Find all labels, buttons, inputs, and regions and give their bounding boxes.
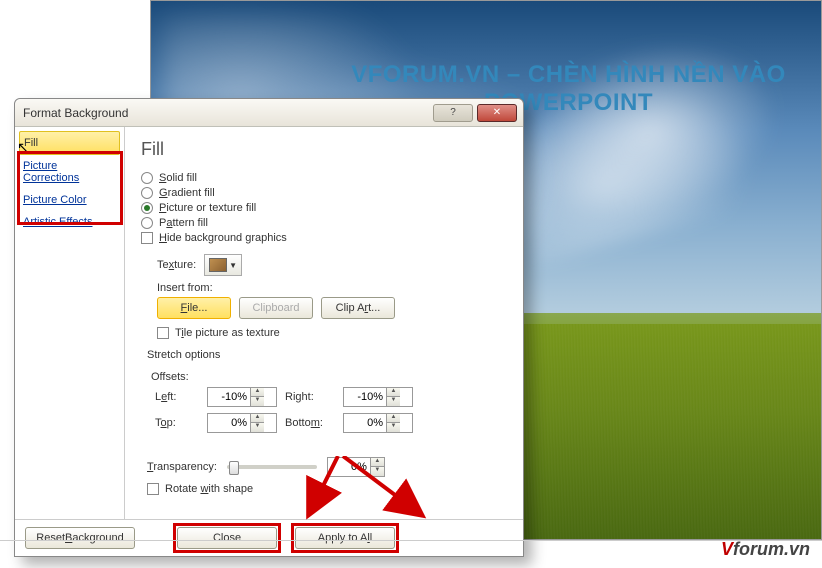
stretch-options-label: Stretch options — [147, 349, 507, 361]
texture-swatch-icon — [209, 258, 227, 272]
clipart-button[interactable]: Clip Art... — [321, 297, 395, 319]
top-input[interactable] — [208, 414, 250, 432]
left-input[interactable] — [208, 388, 250, 406]
annotation-close-box: Close — [173, 523, 281, 553]
label-solid: Solid fill — [159, 172, 197, 184]
nav-picture-corrections[interactable]: Picture Corrections — [19, 155, 120, 189]
reset-background-button[interactable]: Reset Background — [25, 527, 135, 549]
nav-artistic-effects[interactable]: Artistic Effects — [19, 211, 120, 233]
help-button[interactable]: ? — [433, 104, 473, 122]
top-spinner[interactable]: ▲▼ — [207, 413, 277, 433]
label-picture: Picture or texture fill — [159, 202, 256, 214]
label-rotate: Rotate with shape — [165, 483, 253, 495]
checkbox-rotate[interactable] — [147, 483, 159, 495]
dialog-footer: Reset Background Close Apply to All — [15, 519, 523, 555]
transparency-slider[interactable] — [227, 465, 317, 469]
radio-pattern[interactable] — [141, 217, 153, 229]
cursor-icon: ↖ — [17, 139, 29, 156]
right-spinner[interactable]: ▲▼ — [343, 387, 413, 407]
label-gradient: Gradient fill — [159, 187, 215, 199]
watermark: Vforum.vn — [721, 539, 810, 560]
nav-picture-color[interactable]: Picture Color — [19, 189, 120, 211]
chevron-down-icon: ▼ — [229, 261, 237, 270]
offsets-label: Offsets: — [151, 371, 507, 383]
right-label: Right: — [285, 391, 335, 403]
content-panel: Fill Solid fill Gradient fill Picture or… — [125, 127, 523, 519]
radio-gradient[interactable] — [141, 187, 153, 199]
page-divider — [0, 540, 822, 541]
apply-to-all-button[interactable]: Apply to All — [295, 527, 395, 549]
insert-from-label: Insert from: — [157, 282, 507, 294]
top-label: Top: — [155, 417, 199, 429]
format-background-dialog: Format Background ? ✕ ↖ Fill Picture Cor… — [14, 98, 524, 557]
left-spinner[interactable]: ▲▼ — [207, 387, 277, 407]
radio-solid[interactable] — [141, 172, 153, 184]
bottom-input[interactable] — [344, 414, 386, 432]
bottom-spinner[interactable]: ▲▼ — [343, 413, 413, 433]
titlebar: Format Background ? ✕ — [15, 99, 523, 127]
label-hide: Hide background graphics — [159, 232, 287, 244]
clipboard-button: Clipboard — [239, 297, 313, 319]
radio-picture[interactable] — [141, 202, 153, 214]
transparency-input[interactable] — [328, 458, 370, 476]
texture-label: Texture: — [157, 259, 196, 271]
checkbox-hide[interactable] — [141, 232, 153, 244]
left-label: Left: — [155, 391, 199, 403]
file-button[interactable]: File... — [157, 297, 231, 319]
bottom-label: Bottom: — [285, 417, 335, 429]
texture-dropdown[interactable]: ▼ — [204, 254, 242, 276]
label-tile: Tile picture as texture — [175, 327, 280, 339]
right-input[interactable] — [344, 388, 386, 406]
annotation-apply-box: Apply to All — [291, 523, 399, 553]
checkbox-tile[interactable] — [157, 327, 169, 339]
nav-panel: ↖ Fill Picture Corrections Picture Color… — [15, 127, 125, 519]
fill-heading: Fill — [141, 139, 507, 160]
label-pattern: Pattern fill — [159, 217, 208, 229]
dialog-title: Format Background — [21, 106, 429, 120]
close-window-button[interactable]: ✕ — [477, 104, 517, 122]
nav-fill[interactable]: Fill — [19, 131, 120, 155]
transparency-label: Transparency: — [147, 461, 217, 473]
close-button[interactable]: Close — [177, 527, 277, 549]
transparency-spinner[interactable]: ▲▼ — [327, 457, 385, 477]
